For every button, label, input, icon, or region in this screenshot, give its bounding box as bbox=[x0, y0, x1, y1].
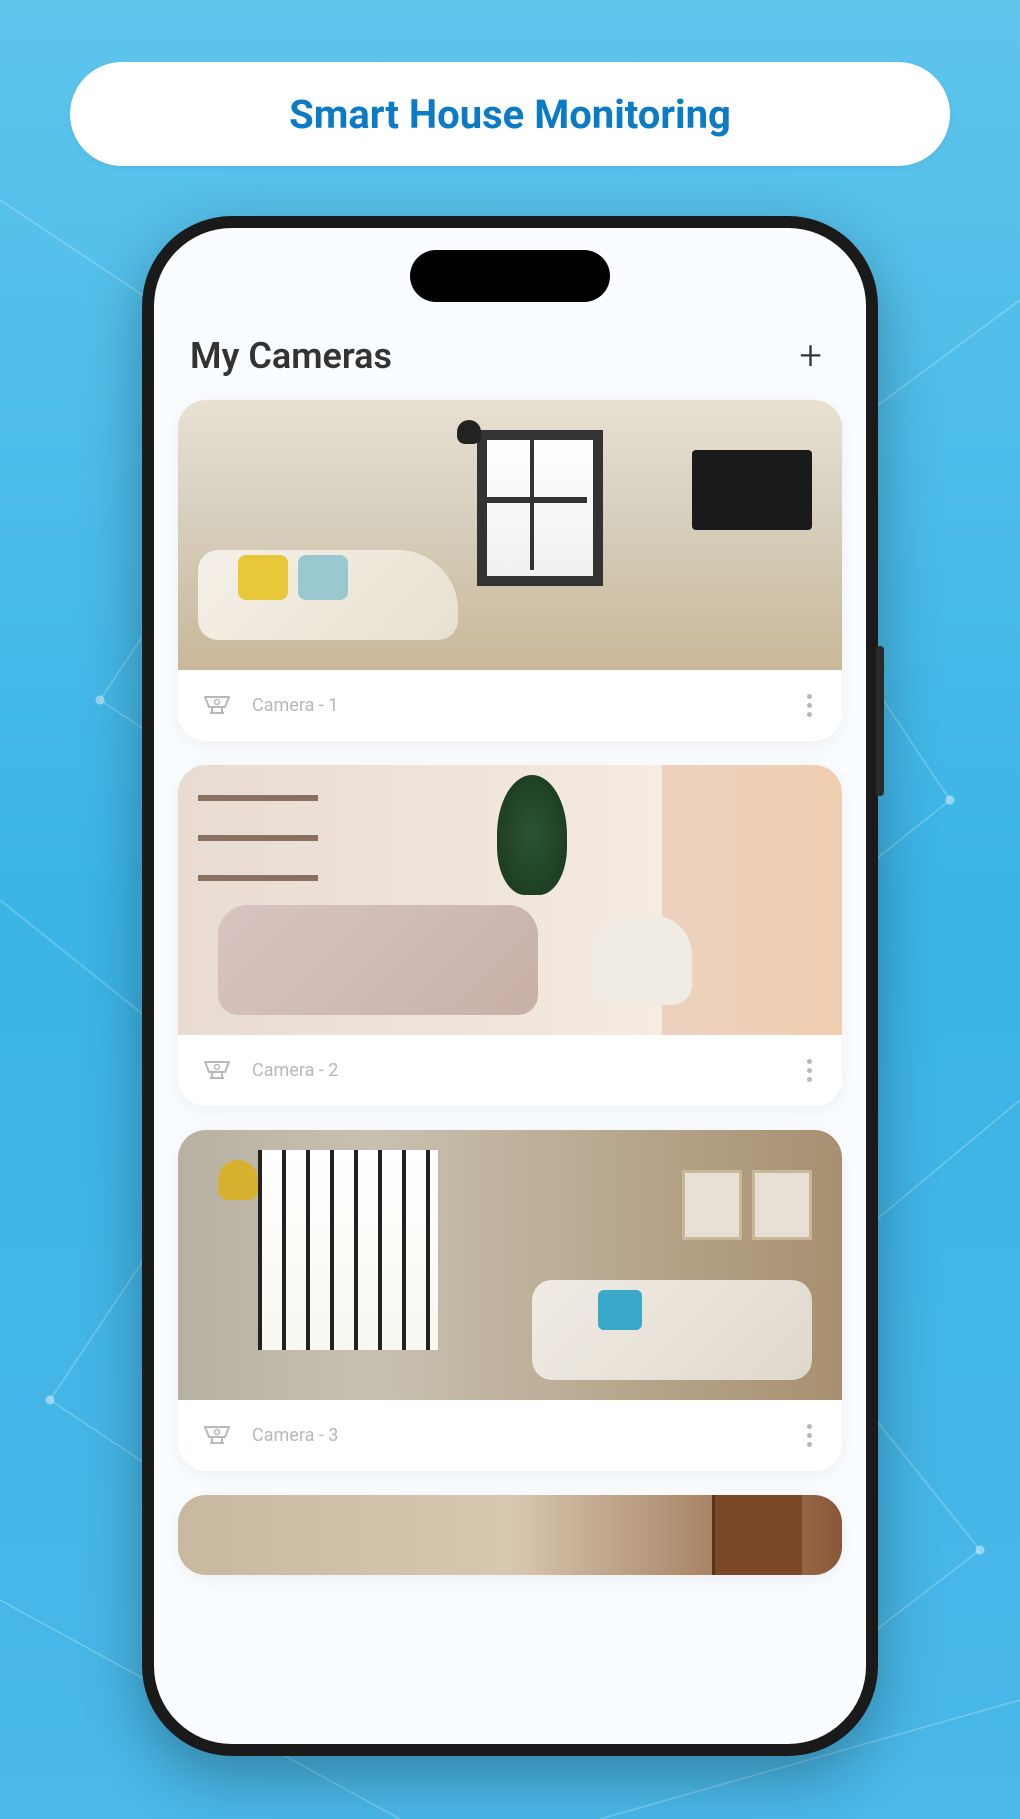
camera-preview-thumbnail[interactable] bbox=[178, 400, 842, 670]
camera-footer: Camera - 2 bbox=[178, 1035, 842, 1106]
phone-frame: My Cameras + Camera - 1 bbox=[142, 216, 878, 1756]
plus-icon: + bbox=[799, 332, 822, 379]
banner-title-pill: Smart House Monitoring bbox=[70, 62, 950, 166]
camera-icon bbox=[202, 1424, 232, 1448]
phone-side-button bbox=[876, 646, 884, 796]
camera-card[interactable]: Camera - 3 bbox=[178, 1130, 842, 1471]
more-vertical-icon bbox=[807, 1424, 812, 1429]
more-options-button[interactable] bbox=[801, 688, 818, 723]
page-title: My Cameras bbox=[190, 335, 392, 377]
camera-icon bbox=[202, 694, 232, 718]
banner-title-text: Smart House Monitoring bbox=[289, 91, 731, 138]
more-vertical-icon bbox=[807, 1059, 812, 1064]
camera-preview-thumbnail[interactable] bbox=[178, 1130, 842, 1400]
camera-label: Camera - 1 bbox=[252, 695, 781, 716]
more-options-button[interactable] bbox=[801, 1418, 818, 1453]
add-camera-button[interactable]: + bbox=[791, 332, 830, 380]
dynamic-island bbox=[410, 250, 610, 302]
camera-footer: Camera - 1 bbox=[178, 670, 842, 741]
camera-preview-thumbnail[interactable] bbox=[178, 765, 842, 1035]
camera-icon bbox=[202, 1059, 232, 1083]
camera-label: Camera - 2 bbox=[252, 1060, 781, 1081]
header-row: My Cameras + bbox=[178, 324, 842, 400]
app-content: My Cameras + Camera - 1 bbox=[154, 324, 866, 1744]
more-options-button[interactable] bbox=[801, 1053, 818, 1088]
camera-card[interactable] bbox=[178, 1495, 842, 1575]
camera-card[interactable]: Camera - 1 bbox=[178, 400, 842, 741]
phone-screen: My Cameras + Camera - 1 bbox=[154, 228, 866, 1744]
more-vertical-icon bbox=[807, 694, 812, 699]
camera-label: Camera - 3 bbox=[252, 1425, 781, 1446]
camera-preview-thumbnail[interactable] bbox=[178, 1495, 842, 1575]
camera-footer: Camera - 3 bbox=[178, 1400, 842, 1471]
camera-card[interactable]: Camera - 2 bbox=[178, 765, 842, 1106]
